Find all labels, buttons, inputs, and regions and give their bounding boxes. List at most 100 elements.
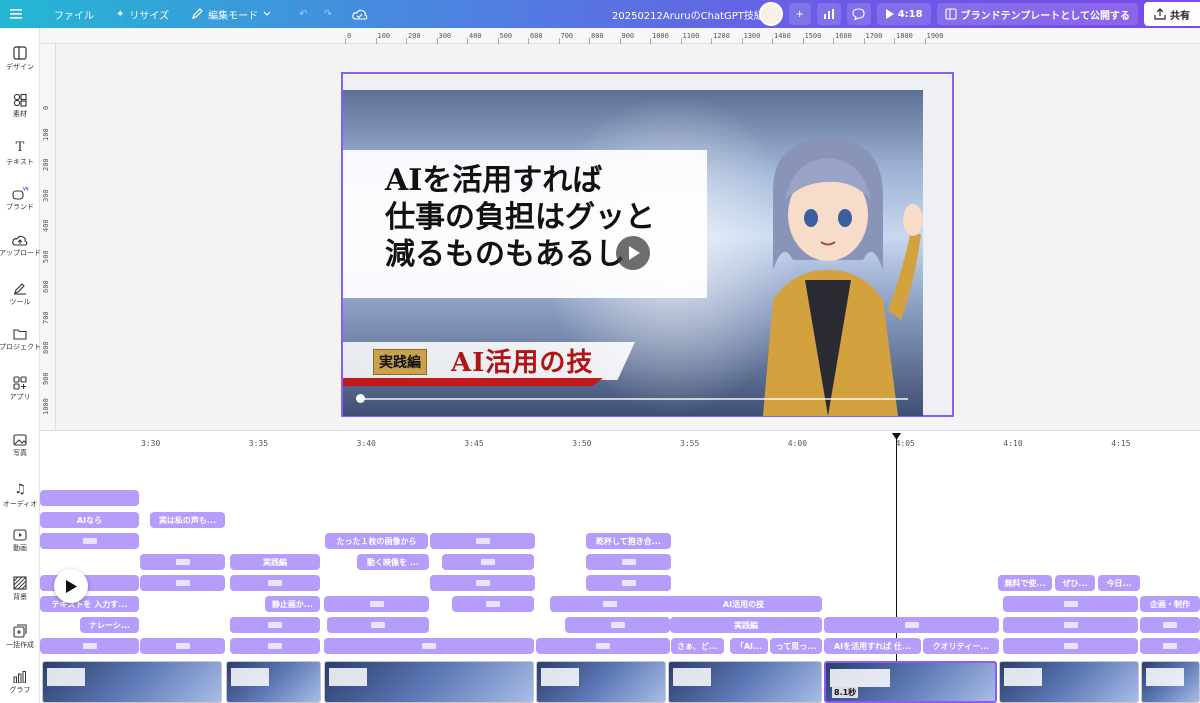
timeline-clip[interactable] [565, 617, 670, 633]
timeline-clip[interactable] [230, 575, 320, 591]
timeline-clip[interactable]: 実践編 [230, 554, 320, 570]
timeline-clip[interactable] [824, 617, 999, 633]
file-menu[interactable]: ファイル [46, 0, 102, 28]
undo-button[interactable]: ↶ [291, 0, 315, 28]
timeline-clip[interactable] [140, 575, 225, 591]
sidebar-item-bulk-create[interactable]: 一括作成 [0, 624, 40, 650]
template-icon [945, 8, 957, 20]
timeline-clip[interactable]: AIを活用すれば 仕... [824, 638, 921, 654]
sidebar-item-background[interactable]: 背景 [0, 576, 40, 602]
timeline-clip[interactable]: 静止画か... [265, 596, 320, 612]
cloud-save-button[interactable] [344, 0, 376, 28]
ruler-tick [711, 38, 712, 44]
sidebar-item-audio[interactable]: ♫ オーディオ [0, 482, 40, 509]
timeline-clip[interactable] [140, 638, 225, 654]
timeline-clip[interactable]: って思っ... [770, 638, 822, 654]
timeline-clip[interactable] [442, 554, 534, 570]
redo-button[interactable]: ↷ [315, 0, 339, 28]
timeline-clip[interactable]: クオリティー... [923, 638, 999, 654]
sidebar-item-label: 動画 [13, 544, 27, 552]
timeline-clip[interactable] [230, 638, 320, 654]
scene-thumbnail[interactable] [1141, 661, 1200, 703]
timeline-clip[interactable]: たった１枚の画像から [325, 533, 428, 549]
timeline-clip[interactable]: 「AI... [730, 638, 768, 654]
video-icon [13, 529, 27, 541]
slide-canvas[interactable]: AIを活用すれば 仕事の負担はグッと 減るものもあるし 実践編 AI活用の技 [343, 90, 923, 416]
scene-thumbnail[interactable] [536, 661, 666, 703]
timeline-clip[interactable] [40, 638, 139, 654]
edit-mode-dropdown[interactable]: 編集モード [183, 0, 279, 28]
timeline-clip[interactable] [536, 638, 670, 654]
sidebar-item-brand[interactable]: ブランド [0, 186, 40, 212]
present-play-button[interactable]: 4:18 [876, 3, 931, 25]
timeline-clip[interactable]: ナレーシ... [80, 617, 139, 633]
banner-title[interactable]: AI活用の技 [451, 342, 593, 379]
share-button[interactable]: 共有 [1144, 2, 1200, 26]
document-title[interactable]: 20250212AruruのChatGPT技紹介 [612, 0, 774, 28]
scene-thumbnail[interactable] [226, 661, 321, 703]
scene-thumbnail[interactable] [999, 661, 1139, 703]
timeline-clip[interactable] [586, 554, 671, 570]
timeline-clip[interactable]: 企画・制作 [1140, 596, 1200, 612]
scene-thumbnail-selected[interactable]: 8.1秒 [824, 661, 997, 703]
resize-button[interactable]: ✦ リサイズ [108, 0, 177, 28]
scene-thumbnail[interactable] [324, 661, 534, 703]
publish-brand-template-button[interactable]: ブランドテンプレートとして公開する [936, 3, 1138, 25]
ruler-tick [406, 38, 407, 44]
timeline-clip[interactable]: AIなら [40, 512, 139, 528]
timeline-clip[interactable]: テキストを 入力す... [40, 596, 139, 612]
sidebar-item-photos[interactable]: 写真 [0, 434, 40, 458]
timeline-clip[interactable]: 実は私の声も... [150, 512, 225, 528]
avatar[interactable] [758, 2, 783, 26]
clip-label: 実践編 [263, 557, 287, 567]
timeline-clip[interactable] [430, 533, 535, 549]
scene-thumbnail[interactable] [668, 661, 822, 703]
sidebar-item-elements[interactable]: 素材 [0, 93, 40, 119]
timeline-clip[interactable] [1003, 596, 1138, 612]
timeline-clip[interactable]: 今日... [1098, 575, 1140, 591]
timeline-clip[interactable] [40, 490, 139, 506]
menu-button[interactable] [0, 0, 30, 28]
timeline-play-button[interactable] [54, 569, 88, 603]
timeline-clip[interactable] [324, 596, 429, 612]
redo-icon: ↷ [323, 8, 332, 20]
timeline-clip[interactable] [550, 596, 670, 612]
sidebar-item-projects[interactable]: プロジェクト [0, 328, 41, 352]
timeline-clip[interactable] [1140, 638, 1200, 654]
video-progress-bar[interactable] [360, 398, 908, 400]
add-collaborator-button[interactable]: + [788, 3, 811, 25]
timeline-clip[interactable]: AI活用の技 [665, 596, 822, 612]
timeline-clip[interactable]: 乾杯して抱き合... [586, 533, 671, 549]
timeline-clip[interactable] [40, 533, 139, 549]
sidebar-item-tools[interactable]: ツール [0, 281, 40, 307]
timeline-clip[interactable] [586, 575, 671, 591]
sidebar-item-upload[interactable]: アップロード [0, 234, 41, 258]
timeline-clip[interactable]: 動く映像を ... [357, 554, 429, 570]
timeline-clip[interactable] [324, 638, 534, 654]
timeline-clip[interactable] [1140, 617, 1200, 633]
timeline-clip[interactable]: ぜひ... [1055, 575, 1095, 591]
timeline-clip[interactable] [230, 617, 320, 633]
sidebar-item-design[interactable]: デザイン [0, 46, 40, 72]
sidebar-item-charts[interactable]: グラフ [0, 671, 40, 695]
comment-button[interactable] [846, 3, 871, 25]
character-illustration[interactable] [733, 120, 923, 416]
timeline-clip[interactable] [430, 575, 535, 591]
timeline-clip[interactable]: さぁ、ど... [671, 638, 724, 654]
timeline-clip[interactable] [1003, 617, 1138, 633]
sidebar-item-video[interactable]: 動画 [0, 529, 40, 553]
timeline-clip[interactable] [452, 596, 534, 612]
timeline-clip[interactable] [327, 617, 429, 633]
insights-button[interactable] [816, 3, 841, 25]
video-play-overlay[interactable] [616, 236, 650, 270]
scene-thumbnail[interactable] [42, 661, 222, 703]
timeline-clip[interactable] [1003, 638, 1138, 654]
timeline-clip[interactable]: 無料で使... [998, 575, 1052, 591]
chapter-badge[interactable]: 実践編 [373, 349, 427, 375]
video-progress-handle[interactable] [356, 394, 365, 403]
timeline-clip[interactable] [140, 554, 225, 570]
timeline-clip[interactable]: 実践編 [670, 617, 822, 633]
headline-text[interactable]: AIを活用すれば 仕事の負担はグッと 減るものもあるし [385, 162, 705, 273]
sidebar-item-apps[interactable]: アプリ [0, 376, 40, 402]
sidebar-item-text[interactable]: T テキスト [0, 140, 40, 167]
